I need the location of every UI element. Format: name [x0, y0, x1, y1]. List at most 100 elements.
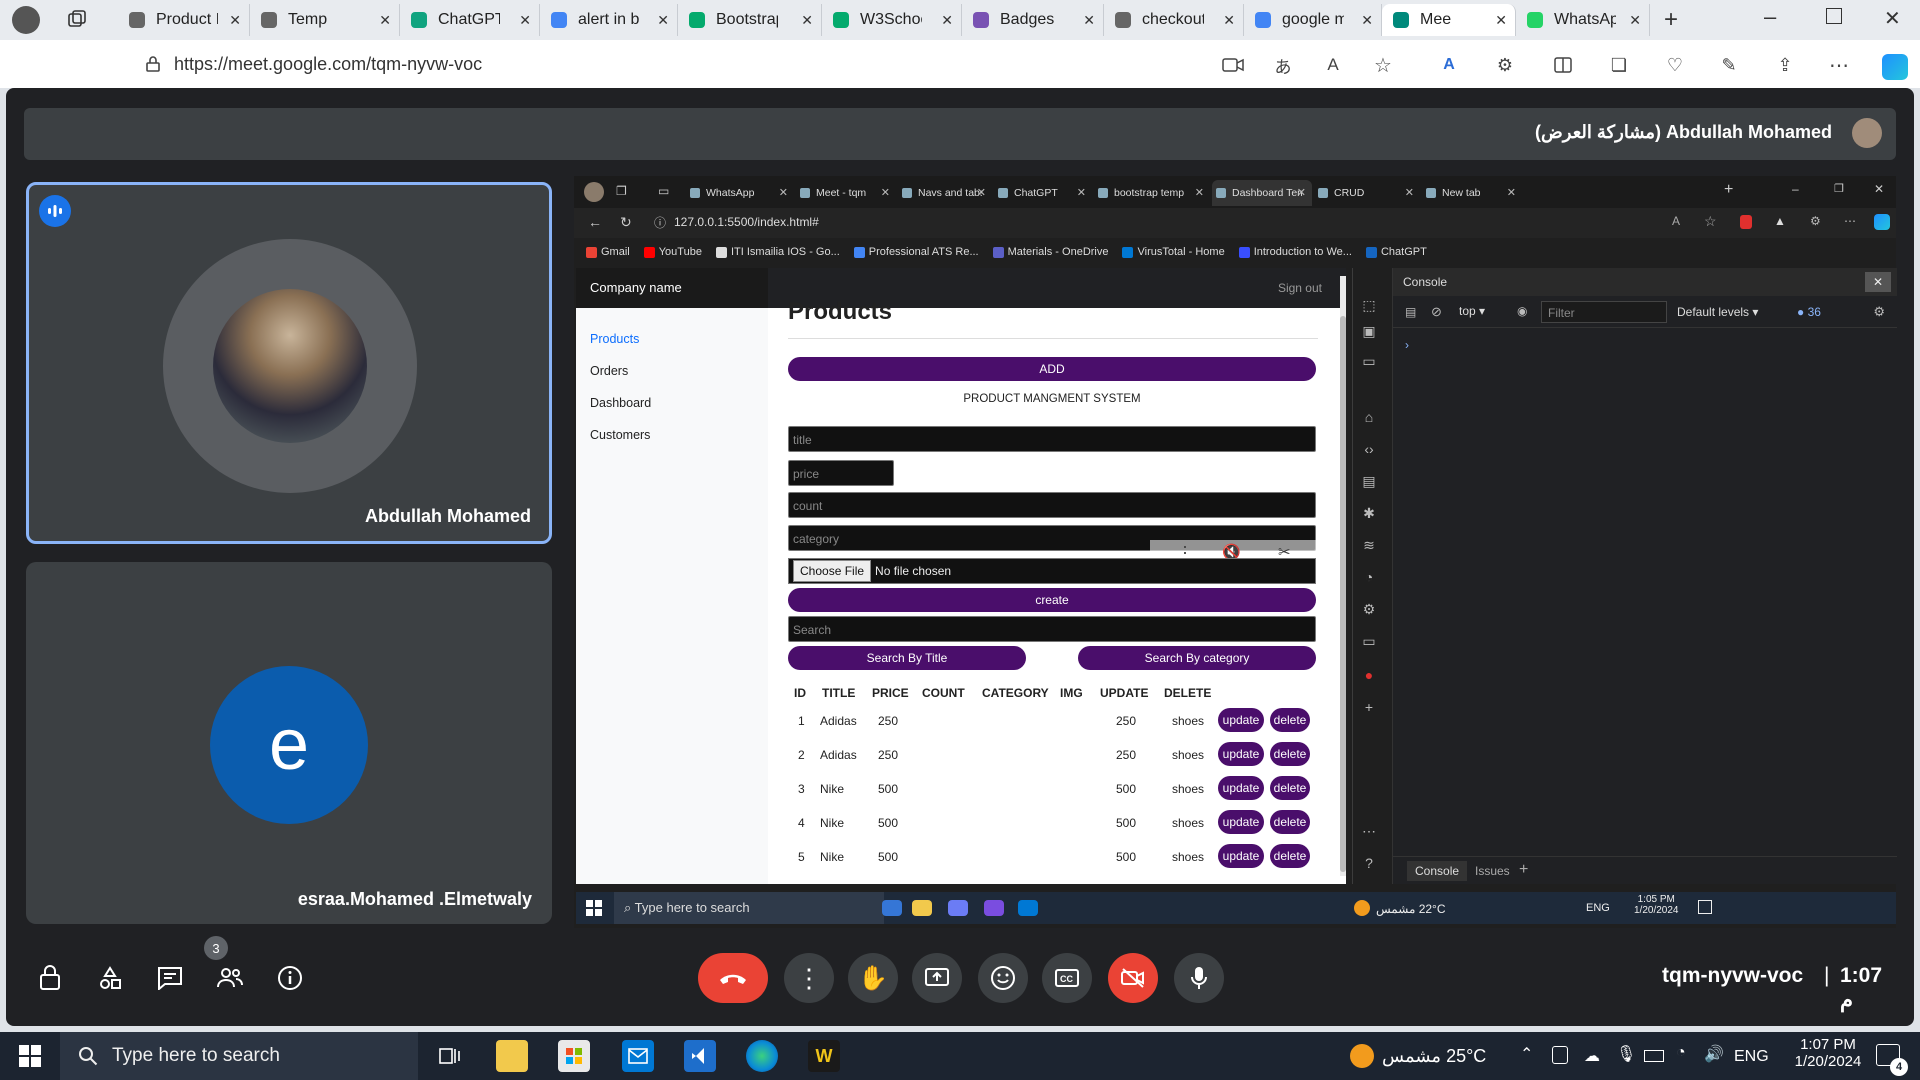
split-screen-icon[interactable]	[1552, 54, 1574, 76]
close-tab-icon[interactable]: ✕	[1223, 12, 1235, 29]
browser-tab[interactable]: Mee ✕	[1382, 4, 1516, 36]
participant-tile[interactable]: e esraa.Mohamed .Elmetwaly	[26, 562, 552, 924]
close-tab-icon[interactable]: ✕	[657, 12, 669, 29]
update-button: update	[1218, 742, 1264, 766]
tab-issues: Issues	[1475, 864, 1510, 878]
extension-icon	[1740, 215, 1752, 229]
close-tab-icon[interactable]: ✕	[1629, 12, 1641, 29]
meeting-info-icon[interactable]	[274, 962, 306, 994]
shared-browser-tab: Navs and tabs -✕	[898, 180, 992, 206]
cell-id: 5	[798, 850, 805, 864]
close-window-button[interactable]: ✕	[1884, 6, 1901, 31]
mic-tray-icon[interactable]: 🎙	[1616, 1044, 1636, 1064]
raise-hand-button[interactable]: ✋	[848, 953, 898, 1003]
browser-tab[interactable]: Temp ✕	[250, 4, 400, 36]
clock-time: 1:07 PM	[1800, 1036, 1856, 1053]
maximize-button[interactable]	[1826, 8, 1842, 24]
host-controls-icon[interactable]	[34, 962, 66, 994]
participant-tile[interactable]: Abdullah Mohamed	[26, 182, 552, 544]
tab-console: Console	[1407, 861, 1468, 881]
weather-text[interactable]: 25°C مشمس	[1382, 1046, 1522, 1067]
share-icon[interactable]: ⇪	[1774, 54, 1796, 76]
browser-tab[interactable]: google m ✕	[1244, 4, 1382, 36]
device-icon[interactable]	[1552, 1046, 1568, 1064]
address-bar[interactable]: https://meet.google.com/tqm-nyvw-voc	[126, 46, 1396, 82]
microphone-button[interactable]	[1174, 953, 1224, 1003]
welcome-icon: ▭	[1362, 352, 1376, 369]
favorite-star-icon[interactable]: ☆	[1372, 54, 1394, 77]
microsoft-store-icon[interactable]	[558, 1040, 590, 1072]
reactions-button[interactable]	[978, 953, 1028, 1003]
file-explorer-icon[interactable]	[496, 1040, 528, 1072]
close-tab-icon[interactable]: ✕	[379, 12, 391, 29]
browser-tab[interactable]: Bootstrap ✕	[678, 4, 822, 36]
captions-button[interactable]: CC	[1042, 953, 1092, 1003]
close-tab-icon: ✕	[1296, 187, 1306, 199]
end-call-button[interactable]	[698, 953, 768, 1003]
console-filter-input: Filter	[1541, 301, 1667, 323]
copilot-icon[interactable]	[1882, 54, 1908, 80]
close-tab-icon[interactable]: ✕	[229, 12, 241, 29]
new-tab-button[interactable]: +	[1664, 6, 1678, 34]
close-tab-icon[interactable]: ✕	[1495, 12, 1507, 29]
camera-icon[interactable]	[1222, 54, 1244, 76]
tab-label: bootstrap temp	[1114, 187, 1185, 199]
chevron-up-icon[interactable]: ⌃	[1520, 1044, 1533, 1064]
translator-extension-icon[interactable]: A	[1438, 54, 1460, 76]
vscode-icon[interactable]	[684, 1040, 716, 1072]
bookmark-item: ChatGPT	[1365, 242, 1427, 262]
browser-tab[interactable]: Product I ✕	[118, 4, 250, 36]
read-aloud-icon[interactable]: A	[1322, 54, 1344, 76]
browser-tab[interactable]: checkout ✕	[1104, 4, 1244, 36]
shared-browser-tab: Meet - tqm ✕	[796, 180, 896, 206]
help-icon: ?	[1365, 855, 1373, 871]
update-button: update	[1218, 810, 1264, 834]
close-tab-icon[interactable]: ✕	[1083, 12, 1095, 29]
bookmark-item: Introduction to We...	[1238, 242, 1352, 262]
minimize-button[interactable]: –	[1764, 4, 1776, 30]
volume-icon[interactable]: 🔊	[1704, 1044, 1724, 1064]
activities-icon[interactable]	[94, 962, 126, 994]
close-tab-icon[interactable]: ✕	[801, 12, 813, 29]
winrar-icon[interactable]: W	[808, 1040, 840, 1072]
camera-toggle-button[interactable]	[1108, 953, 1158, 1003]
weather-icon[interactable]	[1350, 1044, 1374, 1068]
mail-icon[interactable]	[622, 1040, 654, 1072]
windows-start-icon[interactable]	[14, 1040, 46, 1072]
chat-icon[interactable]	[154, 962, 186, 994]
close-tab-icon[interactable]: ✕	[941, 12, 953, 29]
language-indicator[interactable]: ENG	[1734, 1048, 1769, 1066]
profile-avatar[interactable]	[12, 6, 40, 34]
browser-tab[interactable]: ChatGPT ✕	[400, 4, 540, 36]
browser-tab[interactable]: W3Schoo ✕	[822, 4, 962, 36]
browser-tab[interactable]: WhatsAp ✕	[1516, 4, 1650, 36]
close-tab-icon[interactable]: ✕	[519, 12, 531, 29]
taskbar-search-box[interactable]: Type here to search	[60, 1032, 418, 1080]
bookmark-label: Materials - OneDrive	[1007, 246, 1109, 258]
battery-icon[interactable]	[1644, 1050, 1664, 1062]
translate-icon[interactable]: あ	[1272, 54, 1294, 77]
close-tab-icon: ✕	[880, 187, 890, 199]
clock[interactable]: 1:07 PM 1/20/2024	[1786, 1036, 1870, 1070]
bookmark-label: Professional ATS Re...	[868, 246, 979, 258]
people-icon[interactable]	[214, 962, 246, 994]
more-options-button[interactable]: ⋮	[784, 953, 834, 1003]
favorites-icon[interactable]: ❏	[1608, 54, 1630, 76]
browser-essentials-icon[interactable]: ♡	[1664, 54, 1686, 76]
task-view-icon[interactable]	[434, 1040, 466, 1072]
more-menu-icon[interactable]: ⋯	[1828, 54, 1850, 77]
extensions-icon[interactable]: ⚙	[1494, 54, 1516, 76]
count-input: count	[788, 492, 1316, 518]
title-input: title	[788, 426, 1316, 452]
edge-icon[interactable]	[746, 1040, 778, 1072]
browser-tab[interactable]: alert in b ✕	[540, 4, 678, 36]
close-tab-icon[interactable]: ✕	[1361, 12, 1373, 29]
collections-icon[interactable]: ✎	[1718, 54, 1740, 76]
cloud-icon[interactable]: ☁	[1584, 1046, 1600, 1066]
browser-tab[interactable]: Badges ✕	[962, 4, 1104, 36]
col-title: TITLE	[822, 686, 856, 700]
bookmark-label: ITI Ismailia IOS - Go...	[730, 246, 840, 258]
workspaces-icon[interactable]	[66, 8, 90, 32]
present-screen-button[interactable]	[912, 953, 962, 1003]
wifi-icon[interactable]: ◔	[1676, 1044, 1686, 1062]
